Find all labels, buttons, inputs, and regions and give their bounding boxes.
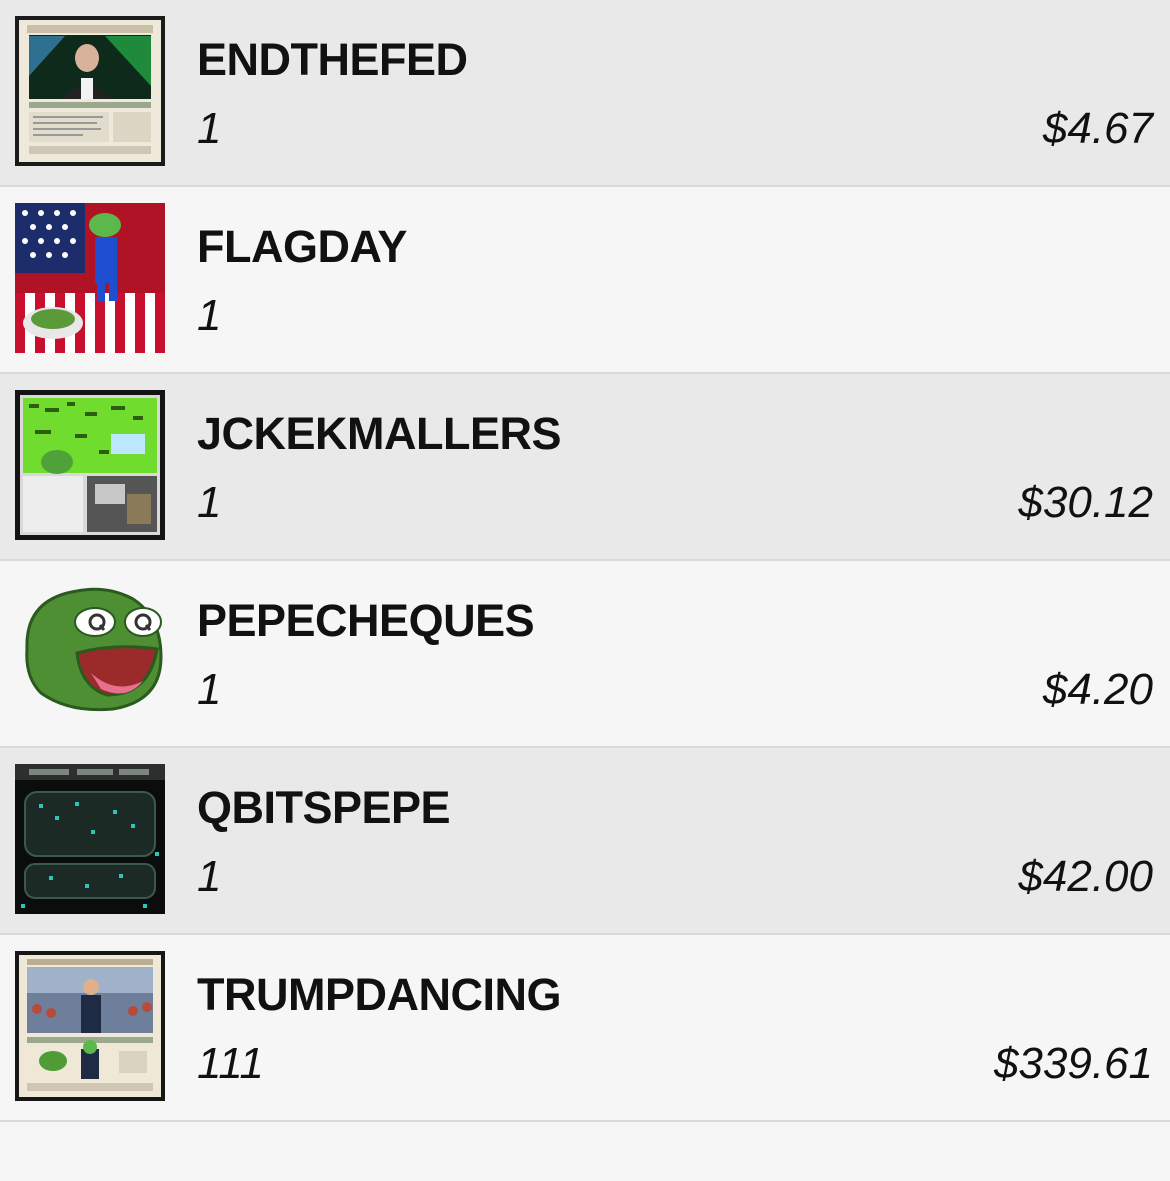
asset-value: $4.20 (1042, 665, 1153, 714)
asset-list: ENDTHEFED 1 $4.67 FLAGDAY 1 JCKEKMALLERS… (0, 0, 1170, 1122)
endthefed-card-thumbnail (15, 16, 165, 166)
asset-name: JCKEKMALLERS (197, 408, 562, 459)
asset-row-endthefed[interactable]: ENDTHEFED 1 $4.67 (0, 0, 1170, 187)
asset-name: ENDTHEFED (197, 34, 468, 85)
asset-quantity: 1 (197, 291, 222, 340)
asset-quantity: 111 (197, 1039, 264, 1088)
asset-value: $42.00 (1018, 852, 1153, 901)
asset-value: $4.67 (1042, 104, 1153, 153)
flagday-card-thumbnail (15, 203, 165, 353)
asset-quantity: 1 (197, 665, 222, 714)
asset-row-jckekmallers[interactable]: JCKEKMALLERS 1 $30.12 (0, 374, 1170, 561)
list-footer-empty-area (0, 1122, 1170, 1181)
asset-name: TRUMPDANCING (197, 969, 561, 1020)
jckekmallers-card-thumbnail (15, 390, 165, 540)
asset-value: $30.12 (1018, 478, 1153, 527)
trumpdancing-card-thumbnail (15, 951, 165, 1101)
asset-row-flagday[interactable]: FLAGDAY 1 (0, 187, 1170, 374)
asset-name: QBITSPEPE (197, 782, 451, 833)
asset-name: PEPECHEQUES (197, 595, 535, 646)
asset-quantity: 1 (197, 104, 222, 153)
asset-name: FLAGDAY (197, 221, 407, 272)
asset-row-qbitspepe[interactable]: QBITSPEPE 1 $42.00 (0, 748, 1170, 935)
asset-value: $339.61 (993, 1039, 1153, 1088)
pepecheques-card-thumbnail (15, 577, 165, 727)
qbitspepe-card-thumbnail (15, 764, 165, 914)
asset-quantity: 1 (197, 478, 222, 527)
asset-quantity: 1 (197, 852, 222, 901)
asset-row-pepecheques[interactable]: PEPECHEQUES 1 $4.20 (0, 561, 1170, 748)
asset-row-trumpdancing[interactable]: TRUMPDANCING 111 $339.61 (0, 935, 1170, 1122)
